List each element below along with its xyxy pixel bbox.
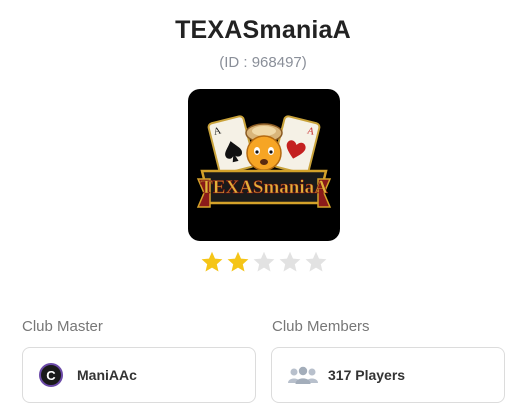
club-id: (ID : 968497) — [219, 54, 307, 71]
star-empty-icon — [305, 251, 327, 272]
star-filled-icon — [227, 251, 249, 272]
star-empty-icon — [279, 251, 301, 272]
club-master-label: Club Master — [22, 318, 103, 335]
club-rating — [200, 250, 330, 278]
club-members-card[interactable]: 317 Players — [271, 347, 505, 403]
club-members-count: 317 Players — [328, 367, 406, 383]
star-empty-icon — [253, 251, 275, 272]
club-members-label: Club Members — [272, 318, 370, 335]
club-logo: A A TEXASmaniaA — [188, 89, 340, 241]
star-filled-icon — [201, 251, 223, 272]
club-master-card[interactable]: C ManiAAc — [22, 347, 256, 403]
club-logo-text: TEXASmaniaA — [200, 177, 328, 198]
avatar-c-icon: C — [39, 363, 63, 387]
people-icon — [288, 366, 318, 384]
club-name-title: TEXASmaniaA — [175, 16, 351, 44]
club-master-name: ManiAAc — [77, 367, 137, 383]
